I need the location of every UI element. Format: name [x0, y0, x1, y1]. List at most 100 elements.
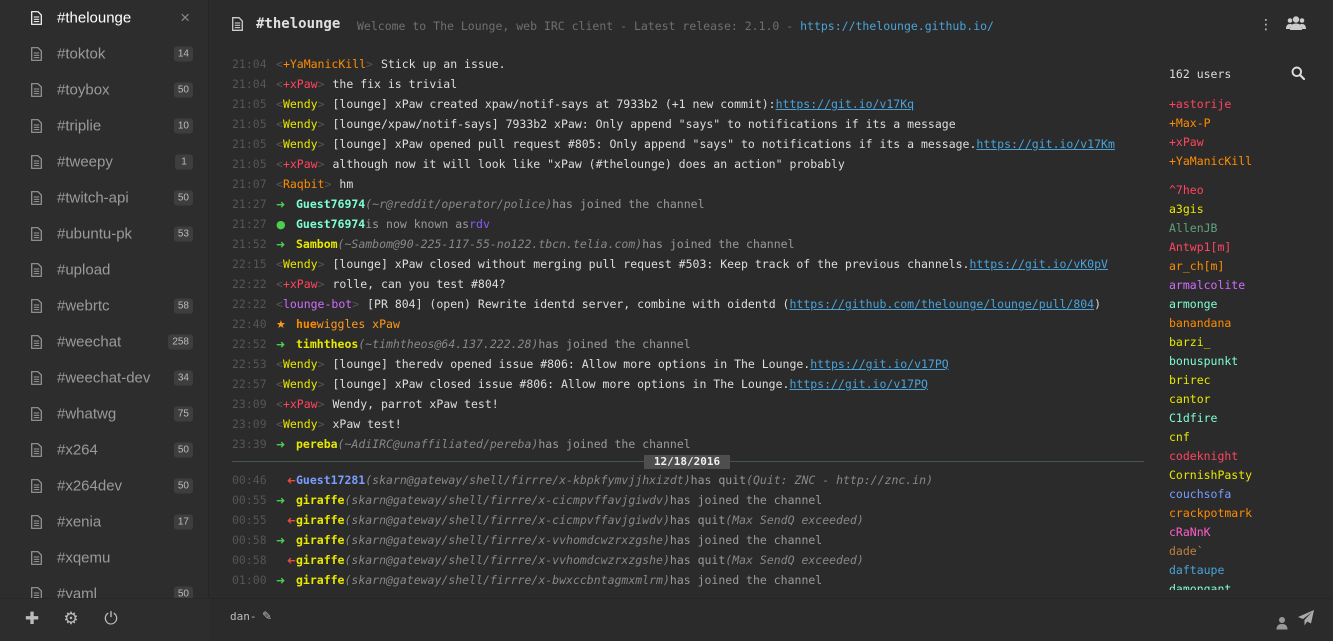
nick[interactable]: +YaManicKill — [283, 57, 366, 71]
user-item[interactable]: ^7heo — [1169, 183, 1204, 197]
message-link[interactable]: https://git.io/v17PQ — [810, 357, 948, 371]
nick[interactable]: +xPaw — [283, 397, 318, 411]
nick[interactable]: Sambom — [296, 237, 338, 251]
message-link[interactable]: https://git.io/v17Km — [976, 137, 1114, 151]
user-item[interactable]: banandana — [1169, 316, 1231, 330]
channel-item[interactable]: #x264dev 50 — [0, 468, 209, 504]
user-item[interactable]: +xPaw — [1169, 135, 1204, 149]
user-item[interactable]: cnf — [1169, 430, 1190, 444]
nick[interactable]: giraffe — [296, 573, 344, 587]
kebab-menu-icon[interactable]: ⋮ — [1259, 17, 1273, 33]
topic-link[interactable]: https://thelounge.github.io/ — [800, 19, 994, 33]
user-item[interactable]: damongant — [1169, 582, 1231, 590]
channel-item[interactable]: #triplie 10 — [0, 108, 209, 144]
nick[interactable]: Wendy — [283, 377, 318, 391]
nick[interactable]: Wendy — [283, 97, 318, 111]
new-nick[interactable]: rdv — [469, 217, 490, 231]
search-icon[interactable] — [1291, 66, 1305, 80]
gear-icon[interactable]: ⚙ — [62, 610, 80, 628]
user-item[interactable]: armalcolite — [1169, 278, 1245, 292]
channel-name: #thelounge — [57, 9, 132, 27]
nick[interactable]: giraffe — [296, 493, 344, 507]
nick[interactable]: Guest76974 — [296, 217, 365, 231]
join-icon: ➜ — [276, 237, 286, 251]
pencil-icon[interactable]: ✎ — [262, 609, 272, 623]
message-row: 21:05 < +xPaw > although now it will look li… — [232, 154, 845, 174]
user-item[interactable]: +Max-P — [1169, 116, 1211, 130]
user-item[interactable]: CornishPasty — [1169, 468, 1252, 482]
user-icon[interactable] — [1276, 616, 1288, 630]
nick[interactable]: pereba — [296, 437, 338, 451]
channel-item[interactable]: #xenia 17 — [0, 504, 209, 540]
user-item[interactable]: +YaManicKill — [1169, 154, 1252, 168]
channel-name: #webrtc — [57, 297, 110, 315]
channel-item[interactable]: #x264 50 — [0, 432, 209, 468]
channel-item[interactable]: #xqemu — [0, 540, 209, 576]
nick[interactable]: hue — [296, 317, 317, 331]
nick[interactable]: timhtheos — [296, 337, 358, 351]
user-item[interactable]: C1dfire — [1169, 411, 1217, 425]
user-item[interactable]: crackpotmark — [1169, 506, 1252, 520]
message-row: 23:09 < Wendy > xPaw test! — [232, 414, 402, 434]
nick[interactable]: giraffe — [296, 513, 344, 527]
channel-item[interactable]: #toktok 14 — [0, 36, 209, 72]
message-row: 22:22 < lounge-bot > [PR 804] (open) Rewrite… — [232, 294, 1101, 314]
user-item[interactable]: brirec — [1169, 373, 1211, 387]
message-text: [lounge] xPaw closed issue #806: Allow m… — [332, 377, 790, 391]
user-item[interactable]: cantor — [1169, 392, 1211, 406]
channel-name: #ubuntu-pk — [57, 225, 133, 243]
channel-item[interactable]: #upload — [0, 252, 209, 288]
users-icon[interactable] — [1286, 15, 1306, 31]
message-link[interactable]: https://git.io/v17Kq — [776, 97, 914, 111]
unread-badge: 10 — [173, 118, 193, 134]
nick[interactable]: giraffe — [296, 533, 344, 547]
channel-item[interactable]: #tweepy 1 — [0, 144, 209, 180]
nick[interactable]: Guest76974 — [296, 197, 365, 211]
channel-item[interactable]: #weechat-dev 34 — [0, 360, 209, 396]
nick[interactable]: Raqbit — [283, 177, 325, 191]
channel-item[interactable]: #weechat 258 — [0, 324, 209, 360]
channel-item[interactable]: #toybox 50 — [0, 72, 209, 108]
channel-icon — [31, 11, 42, 25]
user-item[interactable]: +astorije — [1169, 97, 1231, 111]
send-icon[interactable] — [1297, 609, 1315, 627]
user-item[interactable]: bonuspunkt — [1169, 354, 1238, 368]
channel-item[interactable]: #yaml 50 — [0, 576, 209, 598]
nick[interactable]: Wendy — [283, 417, 318, 431]
nick[interactable]: giraffe — [296, 553, 344, 567]
nick[interactable]: Wendy — [283, 137, 318, 151]
user-item[interactable]: dade` — [1169, 544, 1204, 558]
channel-item[interactable]: #twitch-api 50 — [0, 180, 209, 216]
user-item[interactable]: couchsofa — [1169, 487, 1231, 501]
user-item[interactable]: Antwp1[m] — [1169, 240, 1231, 254]
nick[interactable]: +xPaw — [283, 157, 318, 171]
channel-item[interactable]: #thelounge × — [0, 0, 209, 36]
nick[interactable]: +xPaw — [283, 277, 318, 291]
user-item[interactable]: barzi_ — [1169, 335, 1211, 349]
user-item[interactable]: armonge — [1169, 297, 1217, 311]
channel-list: #thelounge × #toktok 14 #toybox 50 #triplie 10 #… — [0, 0, 209, 598]
nick[interactable]: Wendy — [283, 117, 318, 131]
user-item[interactable]: daftaupe — [1169, 563, 1224, 577]
close-icon[interactable]: × — [180, 8, 190, 28]
channel-item[interactable]: #webrtc 58 — [0, 288, 209, 324]
plus-icon[interactable]: ✚ — [23, 610, 41, 628]
user-item[interactable]: ar_ch[m] — [1169, 259, 1224, 273]
nick[interactable]: Guest17281 — [296, 473, 365, 487]
message-link[interactable]: https://github.com/thelounge/lounge/pull… — [789, 297, 1094, 311]
user-item[interactable]: cRaNnK — [1169, 525, 1211, 539]
user-item[interactable]: codeknight — [1169, 449, 1238, 463]
user-item[interactable]: AllenJB — [1169, 221, 1217, 235]
nick[interactable]: Wendy — [283, 257, 318, 271]
power-icon[interactable]: ⏻ — [102, 610, 120, 628]
channel-item[interactable]: #ubuntu-pk 53 — [0, 216, 209, 252]
nick[interactable]: Wendy — [283, 357, 318, 371]
nick-open-bracket: < — [276, 377, 283, 391]
nick[interactable]: lounge-bot — [283, 297, 352, 311]
nick[interactable]: +xPaw — [283, 77, 318, 91]
message-link[interactable]: https://git.io/vK0pV — [969, 257, 1107, 271]
message-link[interactable]: https://git.io/v17PQ — [789, 377, 927, 391]
channel-item[interactable]: #whatwg 75 — [0, 396, 209, 432]
unread-badge: 53 — [173, 226, 193, 242]
user-item[interactable]: a3gis — [1169, 202, 1204, 216]
